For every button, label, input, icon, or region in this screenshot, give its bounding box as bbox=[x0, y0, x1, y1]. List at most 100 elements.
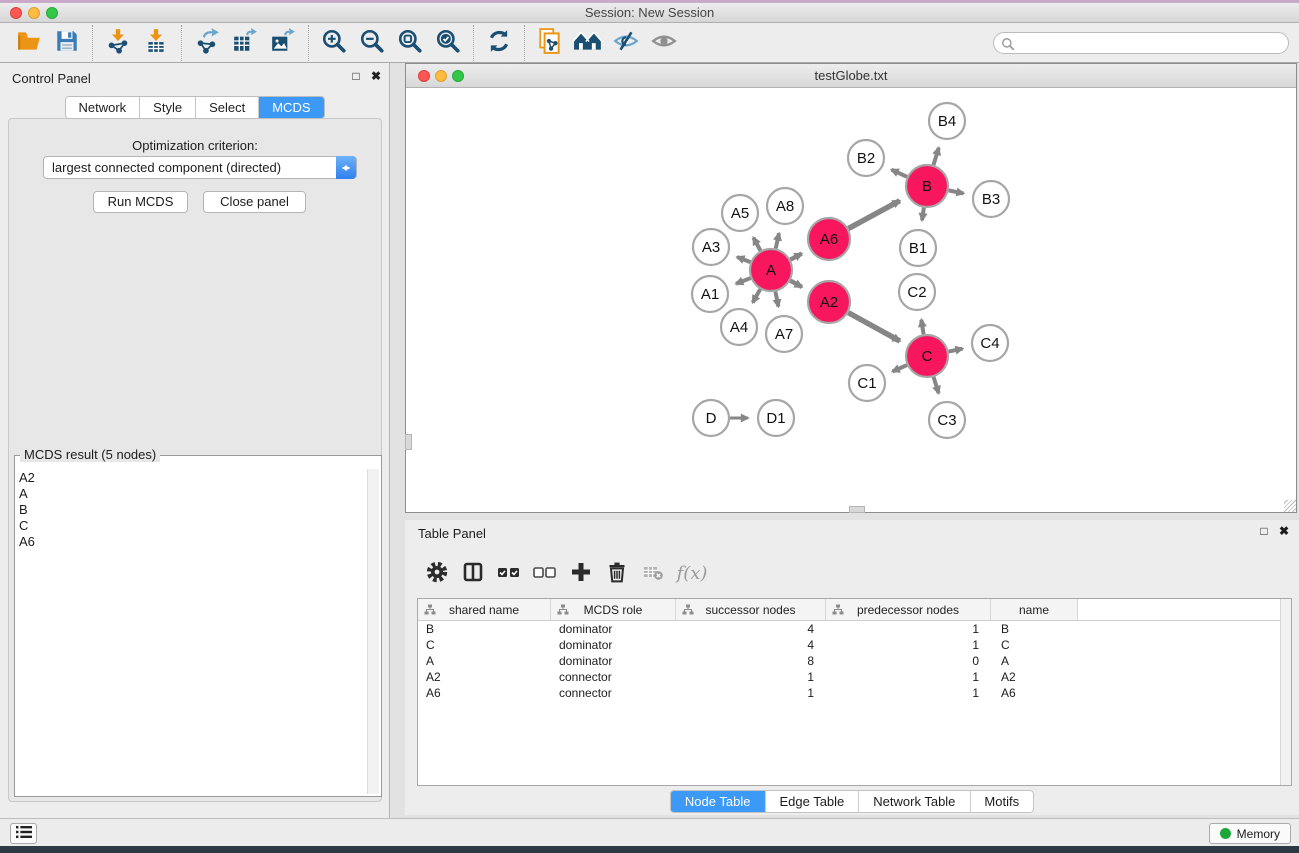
graph-edge-A-A2[interactable] bbox=[790, 281, 802, 287]
export-network-button[interactable] bbox=[188, 26, 226, 60]
function-builder-button[interactable]: f(x) bbox=[671, 557, 707, 589]
cell-mcds-role[interactable]: dominator bbox=[551, 654, 676, 668]
cell-successor-nodes[interactable]: 1 bbox=[676, 670, 826, 684]
cell-shared-name[interactable]: B bbox=[418, 622, 551, 636]
table-settings-button[interactable] bbox=[419, 557, 455, 589]
table-row[interactable]: C dominator 4 1 C bbox=[418, 637, 1291, 653]
graph-edge-B-B4[interactable] bbox=[933, 148, 938, 165]
tab-edge-table[interactable]: Edge Table bbox=[765, 791, 859, 812]
table-row[interactable]: A2 connector 1 1 A2 bbox=[418, 669, 1291, 685]
table-row[interactable]: A dominator 8 0 A bbox=[418, 653, 1291, 669]
search-input[interactable] bbox=[1018, 34, 1282, 52]
column-header-mcds-role[interactable]: MCDS role bbox=[551, 599, 676, 620]
select-all-button[interactable] bbox=[491, 557, 527, 589]
cell-successor-nodes[interactable]: 8 bbox=[676, 654, 826, 668]
close-panel-icon[interactable]: ✖ bbox=[371, 69, 381, 83]
zoom-fit-button[interactable] bbox=[391, 26, 429, 60]
graph-edge-B-B1[interactable] bbox=[922, 208, 924, 221]
delete-table-button[interactable] bbox=[635, 557, 671, 589]
mcds-result-item[interactable]: A bbox=[19, 486, 365, 502]
mcds-result-item[interactable]: C bbox=[19, 518, 365, 534]
cell-predecessor-nodes[interactable]: 1 bbox=[826, 670, 991, 684]
float-table-panel-icon[interactable]: □ bbox=[1260, 524, 1267, 538]
cell-name[interactable]: A2 bbox=[991, 670, 1078, 684]
close-table-panel-icon[interactable]: ✖ bbox=[1279, 524, 1289, 538]
close-panel-button[interactable]: Close panel bbox=[203, 191, 306, 213]
save-session-button[interactable] bbox=[48, 26, 86, 60]
graph-edge-C-C1[interactable] bbox=[893, 365, 907, 371]
cell-name[interactable]: B bbox=[991, 622, 1078, 636]
graph-edge-A-A4[interactable] bbox=[753, 289, 761, 302]
criterion-select[interactable]: largest connected component (directed) bbox=[43, 156, 357, 179]
tab-style[interactable]: Style bbox=[140, 97, 196, 118]
mcds-result-item[interactable]: A6 bbox=[19, 534, 365, 550]
tab-network[interactable]: Network bbox=[65, 97, 140, 118]
cell-shared-name[interactable]: C bbox=[418, 638, 551, 652]
add-column-button[interactable] bbox=[563, 557, 599, 589]
column-header-predecessor-nodes[interactable]: predecessor nodes bbox=[826, 599, 991, 620]
memory-button[interactable]: Memory bbox=[1209, 823, 1291, 844]
show-task-history-button[interactable] bbox=[10, 823, 37, 844]
cell-predecessor-nodes[interactable]: 1 bbox=[826, 622, 991, 636]
horizontal-scroll-nub[interactable] bbox=[849, 506, 865, 513]
table-row[interactable]: A6 connector 1 1 A6 bbox=[418, 685, 1291, 701]
zoom-selected-button[interactable] bbox=[429, 26, 467, 60]
network-canvas[interactable]: B4B2BB3A5A8A6B1A3AC2A1A2A4A7C4CC1C3DD1 bbox=[406, 88, 1296, 512]
column-header-successor-nodes[interactable]: successor nodes bbox=[676, 599, 826, 620]
column-header-name[interactable]: name bbox=[991, 599, 1078, 620]
graph-edge-C-C3[interactable] bbox=[934, 377, 939, 393]
run-mcds-button[interactable]: Run MCDS bbox=[93, 191, 188, 213]
table-row[interactable]: B dominator 4 1 B bbox=[418, 621, 1291, 637]
tab-motifs[interactable]: Motifs bbox=[970, 791, 1033, 812]
graph-edge-B-B2[interactable] bbox=[891, 170, 907, 177]
cell-shared-name[interactable]: A6 bbox=[418, 686, 551, 700]
cell-predecessor-nodes[interactable]: 1 bbox=[826, 686, 991, 700]
tab-mcds[interactable]: MCDS bbox=[259, 97, 323, 118]
home-button[interactable] bbox=[569, 26, 607, 60]
zoom-out-button[interactable] bbox=[353, 26, 391, 60]
mcds-result-item[interactable]: A2 bbox=[19, 470, 365, 486]
cell-mcds-role[interactable]: dominator bbox=[551, 622, 676, 636]
network-from-selection-button[interactable] bbox=[531, 26, 569, 60]
graph-edge-A-A8[interactable] bbox=[776, 233, 779, 248]
delete-column-button[interactable] bbox=[599, 557, 635, 589]
cell-mcds-role[interactable]: connector bbox=[551, 670, 676, 684]
graph-edge-A-A7[interactable] bbox=[775, 292, 778, 307]
cell-predecessor-nodes[interactable]: 0 bbox=[826, 654, 991, 668]
graph-edge-A2-C[interactable] bbox=[848, 313, 900, 341]
hide-selected-button[interactable] bbox=[607, 26, 645, 60]
mcds-result-item[interactable]: B bbox=[19, 502, 365, 518]
zoom-in-button[interactable] bbox=[315, 26, 353, 60]
deselect-all-button[interactable] bbox=[527, 557, 563, 589]
refresh-view-button[interactable] bbox=[480, 26, 518, 60]
cell-name[interactable]: A6 bbox=[991, 686, 1078, 700]
cell-successor-nodes[interactable]: 1 bbox=[676, 686, 826, 700]
tab-network-table[interactable]: Network Table bbox=[859, 791, 970, 812]
network-graph[interactable]: B4B2BB3A5A8A6B1A3AC2A1A2A4A7C4CC1C3DD1 bbox=[406, 88, 1296, 512]
cell-predecessor-nodes[interactable]: 1 bbox=[826, 638, 991, 652]
cell-mcds-role[interactable]: connector bbox=[551, 686, 676, 700]
cell-mcds-role[interactable]: dominator bbox=[551, 638, 676, 652]
show-selected-button[interactable] bbox=[645, 26, 683, 60]
graph-edge-C-C2[interactable] bbox=[921, 320, 923, 335]
cell-successor-nodes[interactable]: 4 bbox=[676, 638, 826, 652]
graph-edge-A6-B[interactable] bbox=[848, 201, 899, 229]
vertical-scroll-nub[interactable] bbox=[405, 434, 412, 450]
graph-edge-C-C4[interactable] bbox=[949, 349, 963, 352]
cell-name[interactable]: C bbox=[991, 638, 1078, 652]
tab-select[interactable]: Select bbox=[196, 97, 259, 118]
show-columns-button[interactable] bbox=[455, 557, 491, 589]
float-panel-icon[interactable]: □ bbox=[352, 69, 359, 83]
graph-edge-A-A1[interactable] bbox=[736, 278, 750, 284]
window-resize-grip[interactable] bbox=[1284, 500, 1296, 512]
table-scrollbar[interactable] bbox=[1280, 599, 1291, 785]
graph-edge-A-A6[interactable] bbox=[790, 254, 801, 260]
graph-edge-B-B3[interactable] bbox=[949, 190, 964, 193]
cell-shared-name[interactable]: A2 bbox=[418, 670, 551, 684]
export-image-button[interactable] bbox=[264, 26, 302, 60]
graph-edge-A-A5[interactable] bbox=[753, 238, 760, 251]
import-table-button[interactable] bbox=[137, 26, 175, 60]
tab-node-table[interactable]: Node Table bbox=[671, 791, 766, 812]
mcds-result-scrollbar[interactable] bbox=[367, 469, 379, 794]
column-header-shared-name[interactable]: shared name bbox=[418, 599, 551, 620]
